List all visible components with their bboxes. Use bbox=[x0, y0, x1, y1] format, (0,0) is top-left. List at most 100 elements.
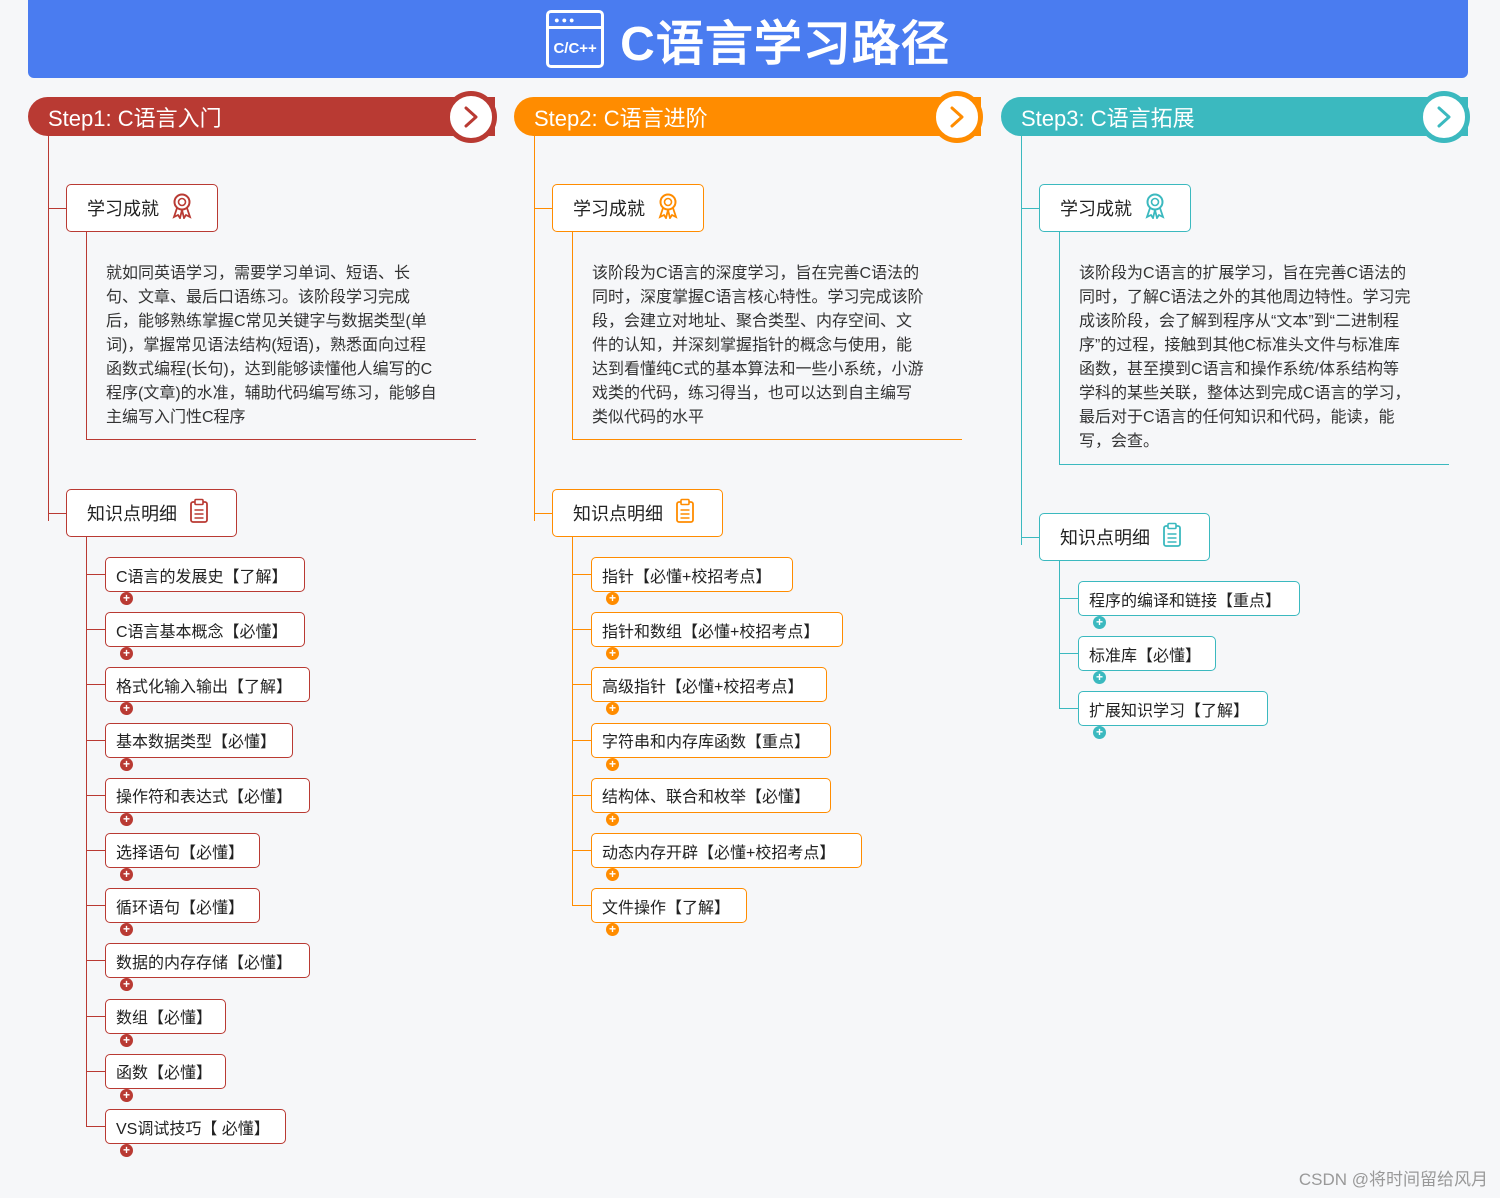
expand-plus-icon[interactable]: + bbox=[606, 812, 619, 826]
knowledge-node[interactable]: 知识点明细 bbox=[1039, 513, 1210, 561]
items-connector bbox=[86, 537, 87, 1126]
knowledge-item[interactable]: 指针【必懂+校招考点】 bbox=[591, 557, 793, 592]
description-line: 成该阶段，会了解到程序从“文本”到“二进制程 bbox=[1079, 313, 1399, 330]
knowledge-item[interactable]: 结构体、联合和枚举【必懂】 bbox=[591, 777, 831, 813]
description-line: 类似代码的水平 bbox=[592, 409, 705, 426]
knowledge-item[interactable]: 高级指针【必懂+校招考点】 bbox=[591, 667, 827, 703]
achievement-description: 该阶段为C语言的深度学习，旨在完善C语法的 同时，深度掌握C语言核心特性。学习完成… bbox=[592, 262, 972, 430]
expand-plus-icon[interactable]: + bbox=[1093, 671, 1106, 685]
tree-connector bbox=[534, 136, 535, 513]
knowledge-item[interactable]: 基本数据类型【必懂】 bbox=[105, 722, 293, 758]
step-header[interactable]: Step1: C语言入门 bbox=[28, 91, 497, 143]
knowledge-item[interactable]: C语言基本概念【必懂】 bbox=[105, 612, 305, 648]
expand-plus-icon[interactable]: + bbox=[120, 868, 133, 881]
expand-plus-icon[interactable]: + bbox=[120, 1144, 133, 1157]
step-column-2: Step2: C语言进阶学习成就该阶段为C语言的深度学习，旨在完善C语法的 同时，… bbox=[514, 0, 985, 1198]
chevron-right-icon[interactable] bbox=[931, 91, 983, 143]
items-connector bbox=[572, 905, 591, 907]
knowledge-item[interactable]: 扩展知识学习【了解】 bbox=[1078, 691, 1268, 727]
expand-plus-icon[interactable]: + bbox=[1093, 616, 1106, 629]
description-underline bbox=[1059, 464, 1449, 465]
achievement-node[interactable]: 学习成就 bbox=[552, 184, 704, 232]
description-underline bbox=[86, 439, 476, 440]
expand-plus-icon[interactable]: + bbox=[606, 923, 619, 937]
description-line: 写，会查。 bbox=[1079, 433, 1160, 450]
clipboard-icon bbox=[1162, 522, 1182, 553]
expand-plus-icon[interactable]: + bbox=[606, 868, 619, 881]
knowledge-item[interactable]: 程序的编译和链接【重点】 bbox=[1078, 581, 1300, 616]
knowledge-node[interactable]: 知识点明细 bbox=[66, 489, 237, 537]
items-connector bbox=[572, 629, 591, 631]
items-connector bbox=[86, 1126, 105, 1127]
items-connector bbox=[86, 1070, 105, 1072]
knowledge-label: 知识点明细 bbox=[573, 504, 663, 524]
expand-plus-icon[interactable]: + bbox=[120, 923, 133, 937]
description-underline bbox=[572, 439, 962, 440]
description-line: 词)，掌握常见语法结构(短语)，熟悉面向过程 bbox=[106, 337, 426, 354]
expand-plus-icon[interactable]: + bbox=[120, 1033, 133, 1047]
knowledge-item[interactable]: 数组【必懂】 bbox=[105, 998, 226, 1034]
expand-plus-icon[interactable]: + bbox=[120, 702, 133, 716]
description-line: 学科的某些关联，整体达到完成C语言的学习， bbox=[1079, 385, 1411, 402]
watermark: CSDN @将时间留给风月 bbox=[1298, 1170, 1488, 1189]
description-line: 该阶段为C语言的扩展学习，旨在完善C语法的 bbox=[1079, 265, 1407, 282]
achievement-node[interactable]: 学习成就 bbox=[1039, 184, 1191, 232]
description-line: 该阶段为C语言的深度学习，旨在完善C语法的 bbox=[592, 265, 920, 282]
items-connector bbox=[572, 850, 591, 851]
knowledge-item[interactable]: 格式化输入输出【了解】 bbox=[105, 667, 310, 703]
tree-connector bbox=[534, 513, 535, 521]
achievement-node[interactable]: 学习成就 bbox=[66, 184, 218, 232]
items-connector bbox=[1059, 561, 1060, 709]
knowledge-item[interactable]: 字符串和内存库函数【重点】 bbox=[591, 722, 831, 758]
knowledge-item[interactable]: 文件操作【了解】 bbox=[591, 888, 747, 924]
step-title: Step2: C语言进阶 bbox=[534, 105, 708, 131]
knowledge-label: 知识点明细 bbox=[1060, 528, 1150, 548]
step-header[interactable]: Step3: C语言拓展 bbox=[1001, 91, 1470, 143]
achievement-description: 就如同英语学习，需要学习单词、短语、长 句、文章、最后口语练习。该阶段学习完成 后，… bbox=[106, 262, 486, 430]
items-connector bbox=[572, 574, 591, 575]
tree-connector bbox=[1021, 537, 1039, 538]
step-header[interactable]: Step2: C语言进阶 bbox=[514, 91, 983, 143]
description-line: 件的认知，并深刻掌握指针的概念与使用，能 bbox=[592, 337, 913, 354]
knowledge-item[interactable]: 循环语句【必懂】 bbox=[105, 888, 260, 924]
award-ribbon-icon bbox=[171, 193, 193, 224]
expand-plus-icon[interactable]: + bbox=[120, 1088, 133, 1102]
knowledge-item[interactable]: 操作符和表达式【必懂】 bbox=[105, 777, 310, 813]
expand-plus-icon[interactable]: + bbox=[120, 592, 133, 605]
knowledge-item[interactable]: 函数【必懂】 bbox=[105, 1053, 226, 1089]
items-connector bbox=[1059, 598, 1078, 599]
tree-connector bbox=[534, 513, 552, 514]
description-line: 后，能够熟练掌握C常见关键字与数据类型(单 bbox=[106, 313, 427, 330]
achievement-label: 学习成就 bbox=[573, 199, 645, 219]
expand-plus-icon[interactable]: + bbox=[606, 702, 619, 716]
knowledge-item[interactable]: 数据的内存存储【必懂】 bbox=[105, 943, 310, 979]
expand-plus-icon[interactable]: + bbox=[120, 812, 133, 826]
items-connector bbox=[1059, 708, 1078, 710]
knowledge-item[interactable]: VS调试技巧【 必懂】 bbox=[105, 1109, 286, 1144]
items-connector bbox=[86, 850, 105, 851]
knowledge-item[interactable]: C语言的发展史【了解】 bbox=[105, 557, 305, 592]
description-line: 序”的过程，接触到其他C标准头文件与标准库 bbox=[1079, 337, 1400, 354]
expand-plus-icon[interactable]: + bbox=[606, 647, 619, 661]
knowledge-item[interactable]: 动态内存开辟【必懂+校招考点】 bbox=[591, 833, 862, 868]
knowledge-item[interactable]: 指针和数组【必懂+校招考点】 bbox=[591, 612, 843, 648]
knowledge-node[interactable]: 知识点明细 bbox=[552, 489, 723, 537]
expand-plus-icon[interactable]: + bbox=[120, 757, 133, 771]
chevron-right-icon[interactable] bbox=[1418, 91, 1470, 143]
description-line: 最后对于C语言的任何知识和代码，能读，能 bbox=[1079, 409, 1395, 426]
description-connector bbox=[1059, 232, 1060, 464]
achievement-description: 该阶段为C语言的扩展学习，旨在完善C语法的 同时，了解C语法之外的其他周边特性。学… bbox=[1079, 262, 1459, 454]
knowledge-item[interactable]: 标准库【必懂】 bbox=[1078, 636, 1216, 672]
expand-plus-icon[interactable]: + bbox=[606, 757, 619, 771]
items-connector bbox=[86, 574, 105, 575]
expand-plus-icon[interactable]: + bbox=[606, 592, 619, 605]
expand-plus-icon[interactable]: + bbox=[120, 647, 133, 661]
tree-connector bbox=[1021, 136, 1022, 537]
chevron-right-icon[interactable] bbox=[445, 91, 497, 143]
description-line: 函数式编程(长句)，达到能够读懂他人编写的C bbox=[106, 361, 433, 378]
knowledge-item[interactable]: 选择语句【必懂】 bbox=[105, 833, 260, 868]
items-connector bbox=[86, 684, 105, 686]
items-connector bbox=[86, 905, 105, 907]
expand-plus-icon[interactable]: + bbox=[1093, 726, 1106, 740]
expand-plus-icon[interactable]: + bbox=[120, 978, 133, 992]
